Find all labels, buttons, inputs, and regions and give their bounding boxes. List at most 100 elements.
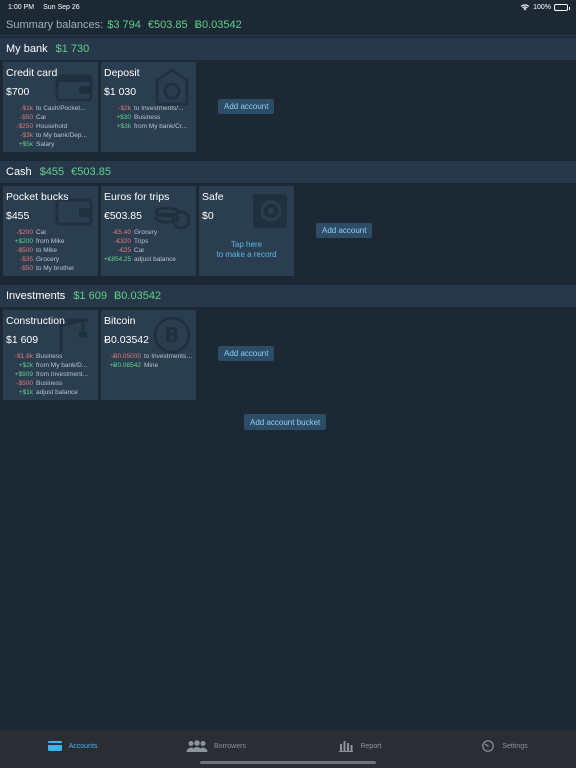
record-desc: to Cash/Pocket... — [36, 105, 86, 112]
record-row: -$3k to My bank/Dep... — [6, 131, 95, 140]
record-amount: -Ƀ0.05000 — [111, 353, 141, 360]
make-record-hint[interactable]: Tap here to make a record — [202, 240, 291, 260]
accounts-screen: 1:00 PM Sun Sep 26 100% Summary balances… — [0, 0, 576, 768]
record-row: -$50 to My brother — [6, 264, 95, 273]
record-desc: to My bank/Dep... — [36, 132, 87, 139]
record-amount: -€320 — [114, 238, 131, 245]
record-row: -$250 Household — [6, 122, 95, 131]
record-desc: Car — [36, 229, 47, 236]
summary-value-usd: $3 794 — [107, 18, 141, 31]
tab-label: Borrowers — [214, 742, 246, 750]
record-amount: -$3k — [20, 132, 33, 139]
bucket-header-cash[interactable]: Cash $455 €503.85 — [0, 161, 576, 183]
status-right: 100% — [520, 3, 570, 11]
record-desc: to Mike — [36, 247, 57, 254]
account-card-bitcoin[interactable]: B Bitcoin Ƀ0.03542 -Ƀ0.05000 to Investmen… — [101, 310, 196, 400]
record-list: -$200 Car +$200 from Mike -$500 to Mike -$3… — [6, 228, 95, 273]
record-row: +$3k from My bank/Cr... — [104, 122, 193, 131]
add-account-button-investments[interactable]: Add account — [218, 346, 275, 361]
record-desc: Household — [36, 123, 68, 130]
record-row: -$500 Business — [6, 379, 95, 388]
record-list: -$1k to Cash/Pocket... -$50 Car -$250 House… — [6, 104, 95, 149]
summary-value-eur: €503.85 — [147, 18, 188, 31]
record-desc: to Investments/... — [134, 105, 184, 112]
battery-icon — [554, 3, 570, 11]
record-list: -$2k to Investments/... +$30 Business +$3k… — [104, 104, 193, 131]
summary-label: Summary balances: — [6, 18, 104, 31]
account-card-deposit[interactable]: Deposit $1 030 -$2k to Investments/... +$… — [101, 62, 196, 152]
add-account-bucket-button[interactable]: Add account bucket — [244, 414, 327, 430]
record-desc: from Investment... — [36, 371, 89, 378]
tab-accounts[interactable]: Accounts — [0, 730, 144, 768]
hint-line-2: to make a record — [216, 250, 277, 259]
record-desc: from My bank/Cr... — [134, 123, 188, 130]
tab-label: Settings — [502, 742, 528, 750]
record-desc: Salary — [36, 141, 55, 148]
gauge-icon — [482, 740, 495, 752]
account-card-euros-for-trips[interactable]: Euros for trips €503.85 -€5.40 Grocery -€… — [101, 186, 196, 276]
record-amount: -€25 — [117, 247, 131, 254]
record-row: -$35 Grocery — [6, 255, 95, 264]
record-amount: +$5k — [18, 141, 33, 148]
card-icon — [47, 741, 62, 751]
add-account-button-my-bank[interactable]: Add account — [218, 99, 275, 114]
record-row: +Ƀ0.08542 Mine — [104, 361, 193, 370]
wifi-icon — [520, 4, 530, 11]
record-amount: -$50 — [19, 114, 33, 121]
tab-settings[interactable]: Settings — [432, 730, 576, 768]
home-indicator — [200, 761, 376, 764]
record-row: +$1k adjust balance — [6, 388, 95, 397]
record-desc: Car — [134, 247, 145, 254]
summary-balances: Summary balances: $3 794 €503.85 Ƀ0.0354… — [0, 14, 576, 36]
record-amount: -$2k — [118, 105, 131, 112]
account-balance: $1 609 — [6, 334, 39, 346]
account-balance: $700 — [6, 86, 30, 98]
record-row: +$30 Business — [104, 113, 193, 122]
account-name: Deposit — [104, 67, 140, 79]
add-account-button-cash[interactable]: Add account — [316, 223, 373, 238]
record-row: +$200 from Mike — [6, 237, 95, 246]
record-row: -$500 to Mike — [6, 246, 95, 255]
status-bar: 1:00 PM Sun Sep 26 100% — [0, 0, 576, 14]
bucket-header-investments[interactable]: Investments $1 609 Ƀ0.03542 — [0, 285, 576, 307]
record-desc: adjust balance — [36, 389, 78, 396]
record-desc: to My brother — [36, 265, 75, 272]
account-card-credit-card[interactable]: Credit card $700 -$1k to Cash/Pocket... -… — [3, 62, 98, 152]
status-time: 1:00 PM — [8, 3, 35, 11]
account-card-pocket-bucks[interactable]: Pocket bucks $455 -$200 Car +$200 from Mik… — [3, 186, 98, 276]
record-desc: adjust balance — [134, 256, 176, 263]
record-row: +$5k Salary — [6, 140, 95, 149]
record-amount: -$1.8k — [14, 353, 33, 360]
tab-label: Accounts — [68, 742, 98, 750]
account-name: Bitcoin — [104, 315, 136, 327]
record-amount: -€5.40 — [112, 229, 131, 236]
record-desc: Trips — [134, 238, 149, 245]
record-amount: +$200 — [14, 238, 33, 245]
record-desc: Grocery — [36, 256, 60, 263]
account-card-safe[interactable]: Safe $0 Tap here to make a record — [199, 186, 294, 276]
bucket-title: Investments — [6, 290, 66, 302]
account-balance: Ƀ0.03542 — [104, 334, 149, 346]
record-desc: to Investments/... — [144, 353, 193, 360]
people-icon — [186, 740, 208, 752]
bucket-header-my-bank[interactable]: My bank $1 730 — [0, 38, 576, 60]
account-balance: $0 — [202, 210, 214, 222]
record-amount: -$50 — [19, 265, 33, 272]
record-row: -Ƀ0.05000 to Investments/... — [104, 352, 193, 361]
record-amount: +€854.25 — [104, 256, 132, 263]
account-name: Credit card — [6, 67, 58, 79]
record-amount: +Ƀ0.08542 — [109, 362, 141, 369]
record-row: -$2k to Investments/... — [104, 104, 193, 113]
account-card-construction[interactable]: Construction $1 609 -$1.8k Business +$2k f… — [3, 310, 98, 400]
record-desc: from My bank/D... — [36, 362, 88, 369]
bucket-total: $455 — [39, 166, 65, 178]
status-date: Sun Sep 26 — [43, 3, 80, 11]
record-amount: -$1k — [20, 105, 33, 112]
record-row: +$909 from Investment... — [6, 370, 95, 379]
battery-percent: 100% — [533, 3, 551, 11]
account-name: Safe — [202, 191, 224, 203]
account-name: Construction — [6, 315, 65, 327]
record-desc: from Mike — [36, 238, 65, 245]
record-desc: Grocery — [134, 229, 158, 236]
record-desc: Business — [36, 380, 63, 387]
